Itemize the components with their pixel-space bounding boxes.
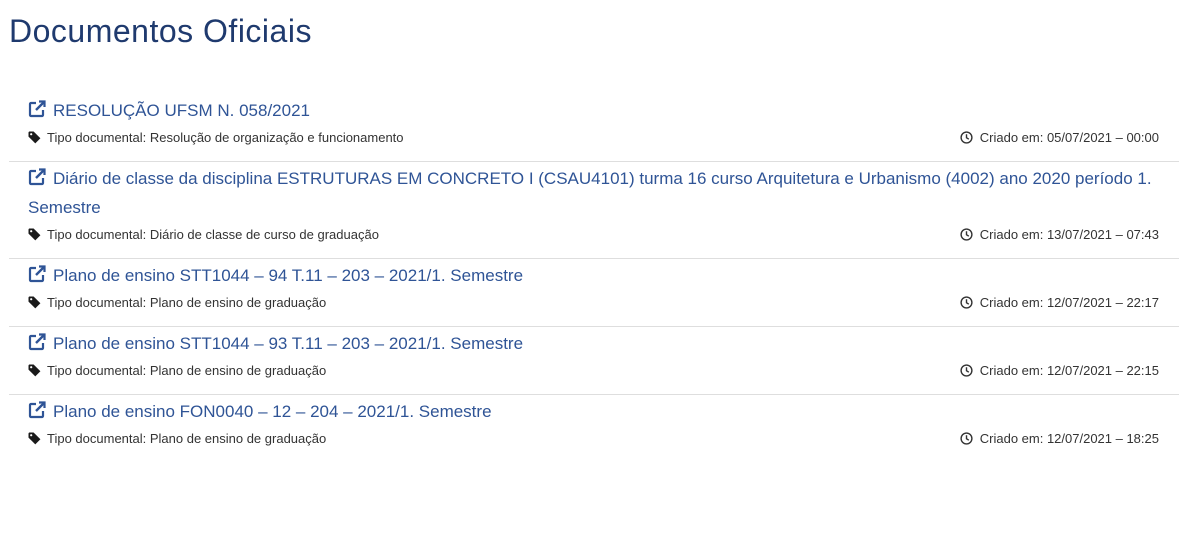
document-type: Tipo documental: Plano de ensino de grad…: [28, 295, 326, 310]
document-item: Plano de ensino STT1044 – 93 T.11 – 203 …: [9, 327, 1179, 395]
document-meta: Tipo documental: Plano de ensino de grad…: [28, 427, 1159, 462]
document-date-text: Criado em: 12/07/2021 – 18:25: [979, 430, 1159, 446]
tag-icon: [28, 296, 41, 308]
tag-icon: [28, 228, 41, 240]
document-date: Criado em: 12/07/2021 – 18:25: [960, 431, 1159, 446]
document-meta: Tipo documental: Plano de ensino de grad…: [28, 359, 1159, 394]
clock-icon: [960, 431, 973, 445]
document-type-text: Tipo documental: Diário de classe de cur…: [47, 226, 379, 242]
document-date-text: Criado em: 05/07/2021 – 00:00: [979, 129, 1159, 145]
document-date: Criado em: 13/07/2021 – 07:43: [960, 227, 1159, 242]
document-type-text: Tipo documental: Resolução de organizaçã…: [47, 129, 404, 145]
document-title: Plano de ensino FON0040 – 12 – 204 – 202…: [53, 402, 492, 421]
document-type-text: Tipo documental: Plano de ensino de grad…: [47, 294, 327, 310]
document-type: Tipo documental: Plano de ensino de grad…: [28, 363, 326, 378]
document-meta: Tipo documental: Diário de classe de cur…: [28, 223, 1159, 258]
document-link[interactable]: Plano de ensino STT1044 – 93 T.11 – 203 …: [28, 327, 1159, 358]
document-title: Diário de classe da disciplina ESTRUTURA…: [28, 169, 1152, 217]
tag-icon: [28, 364, 41, 376]
document-title: Plano de ensino STT1044 – 94 T.11 – 203 …: [53, 266, 524, 285]
document-date: Criado em: 12/07/2021 – 22:15: [960, 363, 1159, 378]
document-date-text: Criado em: 13/07/2021 – 07:43: [979, 226, 1159, 242]
page-title: Documentos Oficiais: [9, 13, 312, 49]
document-title: Plano de ensino STT1044 – 93 T.11 – 203 …: [53, 334, 524, 353]
document-title: RESOLUÇÃO UFSM N. 058/2021: [53, 101, 310, 120]
clock-icon: [960, 227, 973, 241]
document-item: Plano de ensino STT1044 – 94 T.11 – 203 …: [9, 259, 1179, 327]
document-date: Criado em: 05/07/2021 – 00:00: [960, 130, 1159, 145]
document-meta: Tipo documental: Resolução de organizaçã…: [28, 126, 1159, 161]
tag-icon: [28, 432, 41, 444]
document-link[interactable]: Diário de classe da disciplina ESTRUTURA…: [28, 162, 1159, 222]
clock-icon: [960, 363, 973, 377]
document-type: Tipo documental: Resolução de organizaçã…: [28, 130, 404, 145]
external-link-icon: [28, 333, 46, 351]
tag-icon: [28, 131, 41, 143]
document-item: RESOLUÇÃO UFSM N. 058/2021 Tipo document…: [9, 94, 1179, 162]
external-link-icon: [28, 401, 46, 419]
external-link-icon: [28, 100, 46, 118]
document-list: RESOLUÇÃO UFSM N. 058/2021 Tipo document…: [9, 94, 1179, 462]
document-meta: Tipo documental: Plano de ensino de grad…: [28, 291, 1159, 326]
document-type-text: Tipo documental: Plano de ensino de grad…: [47, 430, 327, 446]
document-link[interactable]: Plano de ensino STT1044 – 94 T.11 – 203 …: [28, 259, 1159, 290]
clock-icon: [960, 130, 973, 144]
external-link-icon: [28, 168, 46, 186]
document-type: Tipo documental: Diário de classe de cur…: [28, 227, 379, 242]
document-link[interactable]: Plano de ensino FON0040 – 12 – 204 – 202…: [28, 395, 1159, 426]
page: Documentos Oficiais RESOLUÇÃO UFSM N. 05…: [0, 0, 1189, 462]
document-item: Plano de ensino FON0040 – 12 – 204 – 202…: [9, 395, 1179, 462]
clock-icon: [960, 295, 973, 309]
document-link[interactable]: RESOLUÇÃO UFSM N. 058/2021: [28, 94, 1159, 125]
document-date: Criado em: 12/07/2021 – 22:17: [960, 295, 1159, 310]
document-date-text: Criado em: 12/07/2021 – 22:17: [979, 294, 1159, 310]
document-type-text: Tipo documental: Plano de ensino de grad…: [47, 362, 327, 378]
document-type: Tipo documental: Plano de ensino de grad…: [28, 431, 326, 446]
document-date-text: Criado em: 12/07/2021 – 22:15: [979, 362, 1159, 378]
external-link-icon: [28, 265, 46, 283]
document-item: Diário de classe da disciplina ESTRUTURA…: [9, 162, 1179, 259]
